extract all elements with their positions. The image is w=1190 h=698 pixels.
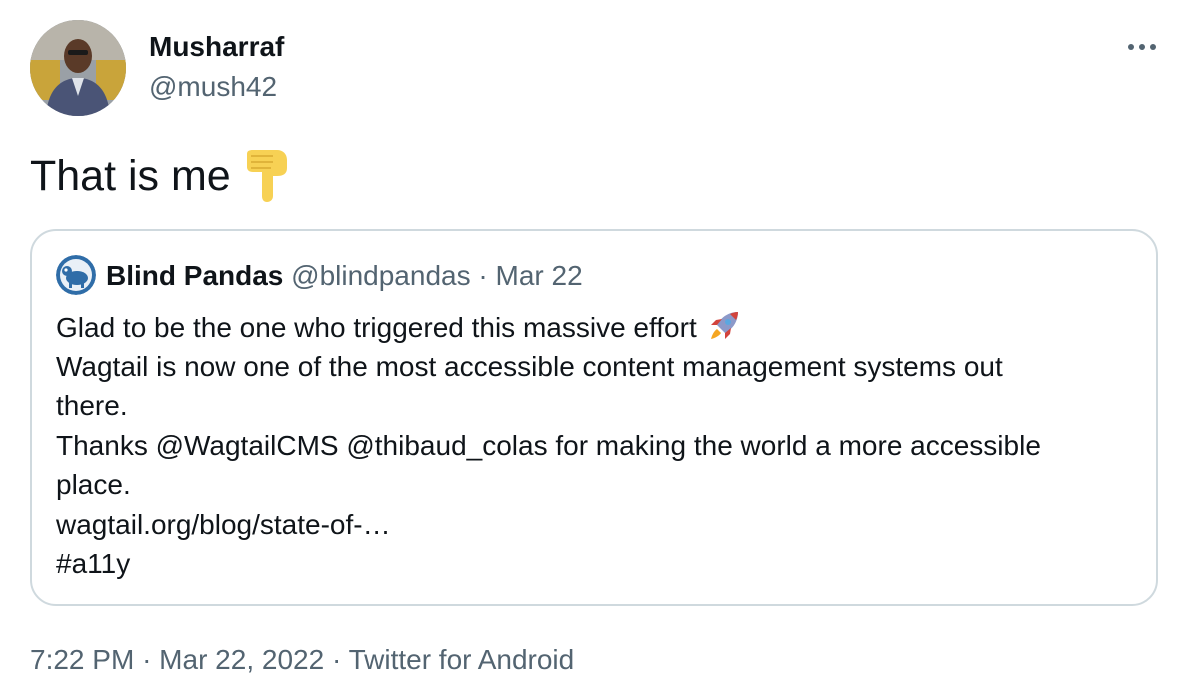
tweet: Musharraf @mush42 That is me Blind Panda… <box>0 0 1190 698</box>
more-horizontal-icon <box>1128 44 1134 50</box>
more-horizontal-icon-dot <box>1150 44 1156 50</box>
quoted-line-text: Glad to be the one who triggered this ma… <box>56 312 697 343</box>
quoted-line: Glad to be the one who triggered this ma… <box>56 307 1136 347</box>
quoted-line: Thanks @WagtailCMS @thibaud_colas for ma… <box>56 429 1041 461</box>
tweet-source[interactable]: Twitter for Android <box>349 644 575 675</box>
blind-pandas-logo-icon <box>56 255 96 295</box>
rocket-icon <box>705 307 743 345</box>
quoted-tweet-card[interactable]: Blind Pandas @blindpandas · Mar 22 Glad … <box>30 229 1158 606</box>
tweet-text-content: That is me <box>30 152 231 200</box>
quoted-link[interactable]: wagtail.org/blog/state-of-… <box>56 505 1136 545</box>
metadata-separator: · <box>331 644 342 675</box>
quoted-tweet-body: Glad to be the one who triggered this ma… <box>56 307 1136 584</box>
author-handle[interactable]: @mush42 <box>149 70 277 104</box>
metadata-separator: · <box>142 644 152 675</box>
pointing-down-icon <box>243 148 291 204</box>
quoted-author-name[interactable]: Blind Pandas <box>106 260 283 291</box>
quoted-author-handle[interactable]: @blindpandas <box>291 260 470 291</box>
tweet-metadata: 7:22 PM · Mar 22, 2022 · Twitter for And… <box>30 643 574 677</box>
more-options-button[interactable] <box>1120 30 1164 64</box>
author-display-name[interactable]: Musharraf <box>149 30 284 64</box>
quoted-tweet-date[interactable]: Mar 22 <box>496 260 583 291</box>
author-avatar[interactable] <box>30 20 126 116</box>
quoted-line: there. <box>56 390 128 421</box>
quoted-hashtag[interactable]: #a11y <box>56 544 1136 584</box>
tweet-date[interactable]: Mar 22, 2022 <box>159 644 324 675</box>
avatar-photo <box>30 20 126 116</box>
quoted-line: Wagtail is now one of the most accessibl… <box>56 350 1003 382</box>
quoted-author-avatar[interactable] <box>56 255 96 295</box>
tweet-time[interactable]: 7:22 PM <box>30 644 134 675</box>
quoted-header-separator: · <box>478 260 488 291</box>
quoted-tweet-header: Blind Pandas @blindpandas · Mar 22 <box>106 259 583 293</box>
quoted-line: place. <box>56 469 131 500</box>
tweet-text: That is me <box>30 148 291 204</box>
more-horizontal-icon-dot <box>1139 44 1145 50</box>
